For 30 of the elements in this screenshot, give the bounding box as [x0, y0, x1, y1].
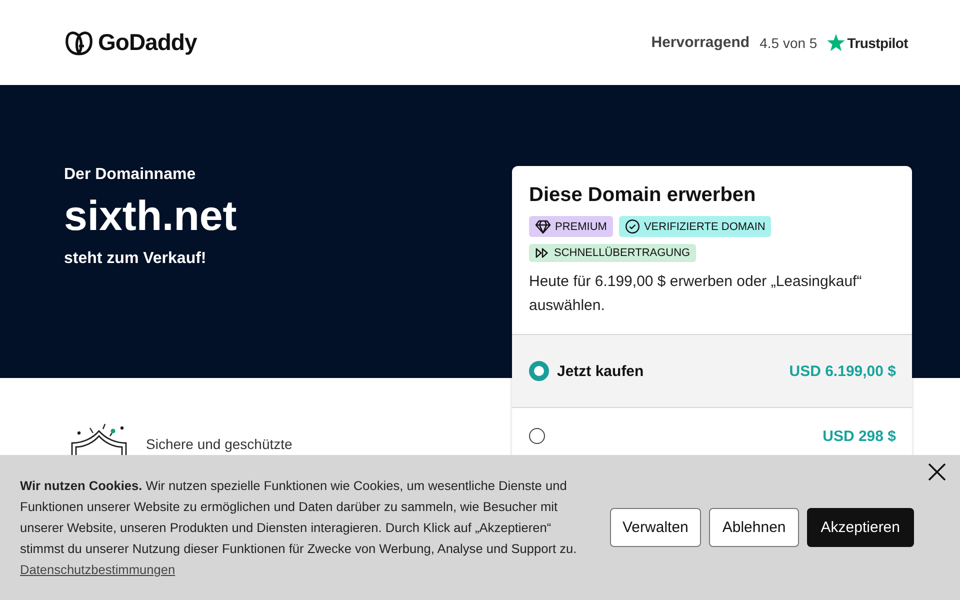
subtitle-text: steht zum Verkauf! — [64, 250, 208, 268]
description-text: Heute für 6.199,00 $ erwerben oder „Leasingkauf“ auswählen. — [529, 272, 863, 316]
option-price: USD 6.199,00 $ — [789, 362, 896, 380]
rating-label: Hervorragend — [651, 34, 750, 51]
option-label: Jetzt kaufen — [557, 362, 644, 380]
star-icon — [827, 34, 846, 51]
diamond-icon — [535, 220, 551, 234]
badge: VERIFIZIERTE DOMAIN — [618, 216, 772, 237]
badge: SCHNELLÜBERTRAGUNG — [529, 244, 696, 262]
privacy-link[interactable]: Datenschutzbestimmungen — [20, 562, 176, 577]
domain-name: sixth.net — [64, 192, 237, 240]
cookie-button[interactable]: Verwalten — [610, 508, 702, 547]
badge: PREMIUM — [529, 216, 613, 237]
card-title: Diese Domain erwerben — [529, 184, 757, 207]
logo-icon — [64, 28, 94, 56]
radio-button[interactable] — [529, 428, 545, 444]
cookie-button[interactable]: Akzeptieren — [806, 508, 914, 547]
radio-button[interactable] — [529, 361, 549, 381]
cookie-button[interactable]: Ablehnen — [709, 508, 799, 547]
fast-forward-icon — [535, 247, 550, 259]
feature-label: Sichere und geschützte — [146, 436, 292, 452]
close-icon — [928, 463, 946, 481]
brand-name: Trustpilot — [847, 34, 908, 50]
check-circle-icon — [624, 219, 640, 234]
eyebrow-text: Der Domainname — [64, 166, 197, 184]
logo-text: GoDaddy — [98, 29, 197, 56]
rating-score: 4.5 von 5 — [760, 34, 818, 50]
option-price: USD 298 $ — [822, 428, 896, 445]
purchase-option[interactable]: Jetzt kaufen USD 6.199,00 $ — [512, 334, 912, 407]
cookie-text: Wir nutzen Cookies. Wir nutzen spezielle Funktionen wie Cookies, um wesentliche Dienste und Funktionen unserer Website zu ermöglichen und Daten darüber zu sammeln, wie Besucher mit unserer Website, unseren Produkten und Diensten interagieren. Durch Klick auf „Akzeptieren“ stimmst du unserer Nutzung dieser Funktionen für Zwecke von Werbung, Analyse und Support zu. Datenschutzbestimmungen — [20, 477, 578, 579]
